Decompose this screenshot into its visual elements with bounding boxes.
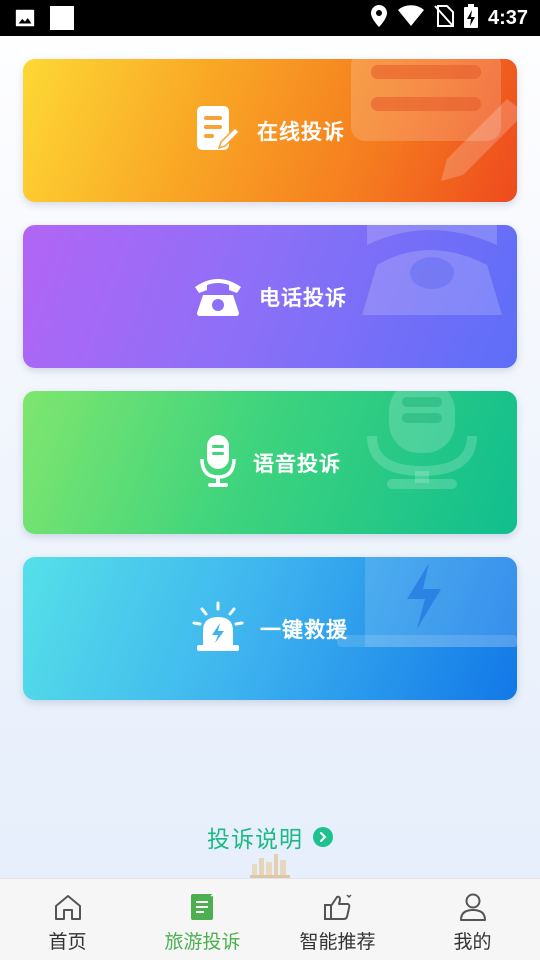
edit-document-watermark-icon bbox=[351, 59, 517, 181]
home-icon bbox=[52, 891, 84, 923]
telephone-watermark-icon bbox=[362, 225, 502, 315]
telephone-icon bbox=[193, 273, 243, 321]
card-label: 在线投诉 bbox=[257, 119, 345, 144]
microphone-icon bbox=[199, 433, 237, 493]
alarm-light-watermark-icon bbox=[337, 557, 517, 647]
card-label: 一键救援 bbox=[260, 617, 348, 642]
voice-complaint-card[interactable]: 语音投诉 bbox=[23, 391, 517, 534]
chevron-right-icon bbox=[313, 827, 333, 847]
wifi-icon bbox=[397, 5, 424, 31]
explanation-label: 投诉说明 bbox=[207, 827, 303, 853]
nav-travel-complaint[interactable]: 旅游投诉 bbox=[135, 879, 270, 960]
nav-mine[interactable]: 我的 bbox=[405, 879, 540, 960]
square-icon bbox=[50, 6, 74, 34]
one-click-rescue-card[interactable]: 一键救援 bbox=[23, 557, 517, 700]
nav-home[interactable]: 首页 bbox=[0, 879, 135, 960]
nav-smart-recommend[interactable]: 智能推荐 bbox=[270, 879, 405, 960]
card-label: 语音投诉 bbox=[253, 451, 341, 476]
battery-charging-icon bbox=[463, 4, 478, 32]
status-bar: 4:37 bbox=[0, 0, 540, 36]
bottom-navigation: 首页 旅游投诉 智能推荐 我的 bbox=[0, 878, 540, 960]
complaint-note-icon bbox=[187, 891, 219, 923]
nav-travel-complaint-label: 旅游投诉 bbox=[164, 931, 241, 953]
nav-home-label: 首页 bbox=[48, 931, 87, 953]
online-complaint-card[interactable]: 在线投诉 bbox=[23, 59, 517, 202]
image-icon bbox=[14, 7, 36, 33]
city-skyline-icon bbox=[250, 854, 290, 878]
location-icon bbox=[370, 5, 388, 31]
nav-smart-recommend-label: 智能推荐 bbox=[299, 931, 376, 953]
thumbs-up-icon bbox=[322, 891, 354, 923]
complaint-explanation-link[interactable]: 投诉说明 bbox=[0, 820, 540, 854]
nav-mine-label: 我的 bbox=[453, 931, 492, 953]
no-sim-icon bbox=[434, 5, 454, 31]
phone-complaint-card[interactable]: 电话投诉 bbox=[23, 225, 517, 368]
user-icon bbox=[457, 891, 489, 923]
card-label: 电话投诉 bbox=[259, 285, 347, 310]
status-time: 4:37 bbox=[487, 6, 528, 29]
alarm-light-icon bbox=[192, 601, 244, 657]
microphone-watermark-icon bbox=[367, 391, 477, 489]
edit-document-icon bbox=[195, 104, 241, 158]
